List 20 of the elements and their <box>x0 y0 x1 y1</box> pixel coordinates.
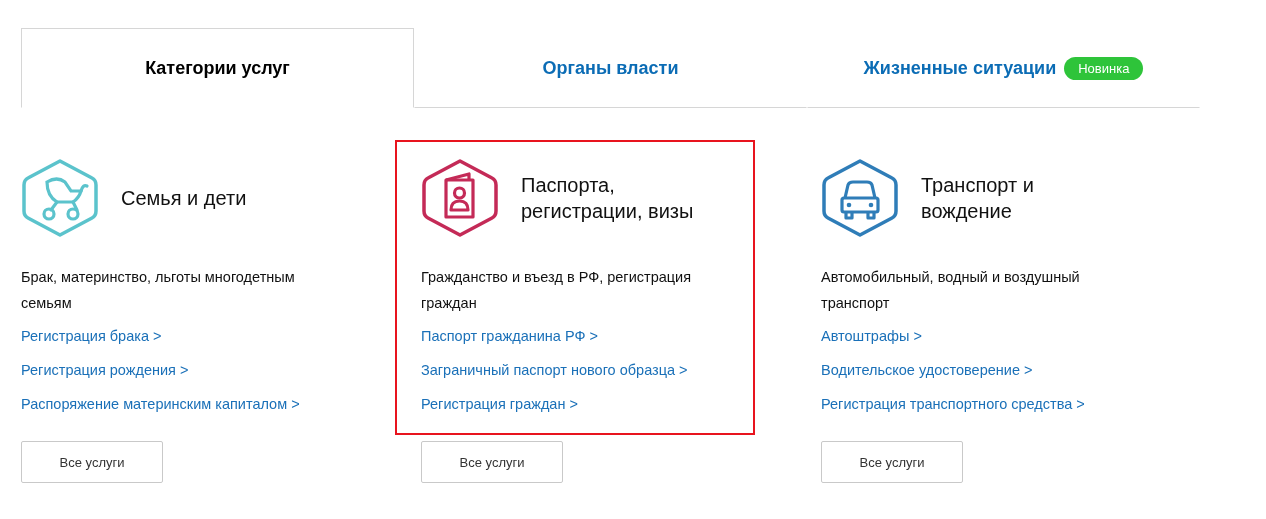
tab[interactable]: Категории услуг <box>21 28 414 108</box>
all-services-button[interactable]: Все услуги <box>421 441 563 483</box>
all-services-button[interactable]: Все услуги <box>21 441 163 483</box>
service-link[interactable]: Регистрация рождения > <box>21 360 189 381</box>
service-link[interactable]: Автоштрафы > <box>821 326 922 347</box>
service-link[interactable]: Регистрация граждан > <box>421 394 578 415</box>
new-badge: Новинка <box>1064 56 1144 80</box>
service-link[interactable]: Регистрация транспортного средства > <box>821 394 1085 415</box>
service-link[interactable]: Водительское удостоверение > <box>821 360 1033 381</box>
service-link[interactable]: Распоряжение материнским капиталом > <box>21 394 300 415</box>
category-title: Транспорт и вождение <box>921 173 1035 224</box>
category-title: Семья и дети <box>121 186 247 211</box>
category-title: Паспорта, регистрации, визы <box>521 173 695 224</box>
category-description: Гражданство и въезд в РФ, регистрация граждан <box>421 268 692 313</box>
service-link[interactable]: Регистрация брака > <box>21 326 162 347</box>
category-description: Автомобильный, водный и воздушный транспорт <box>821 268 1081 313</box>
service-link[interactable]: Заграничный паспорт нового образца > <box>421 360 688 381</box>
category-description: Брак, материнство, льготы многодетным семьям <box>21 268 296 313</box>
service-link[interactable]: Паспорт гражданина РФ > <box>421 326 598 347</box>
all-services-button[interactable]: Все услуги <box>821 441 963 483</box>
